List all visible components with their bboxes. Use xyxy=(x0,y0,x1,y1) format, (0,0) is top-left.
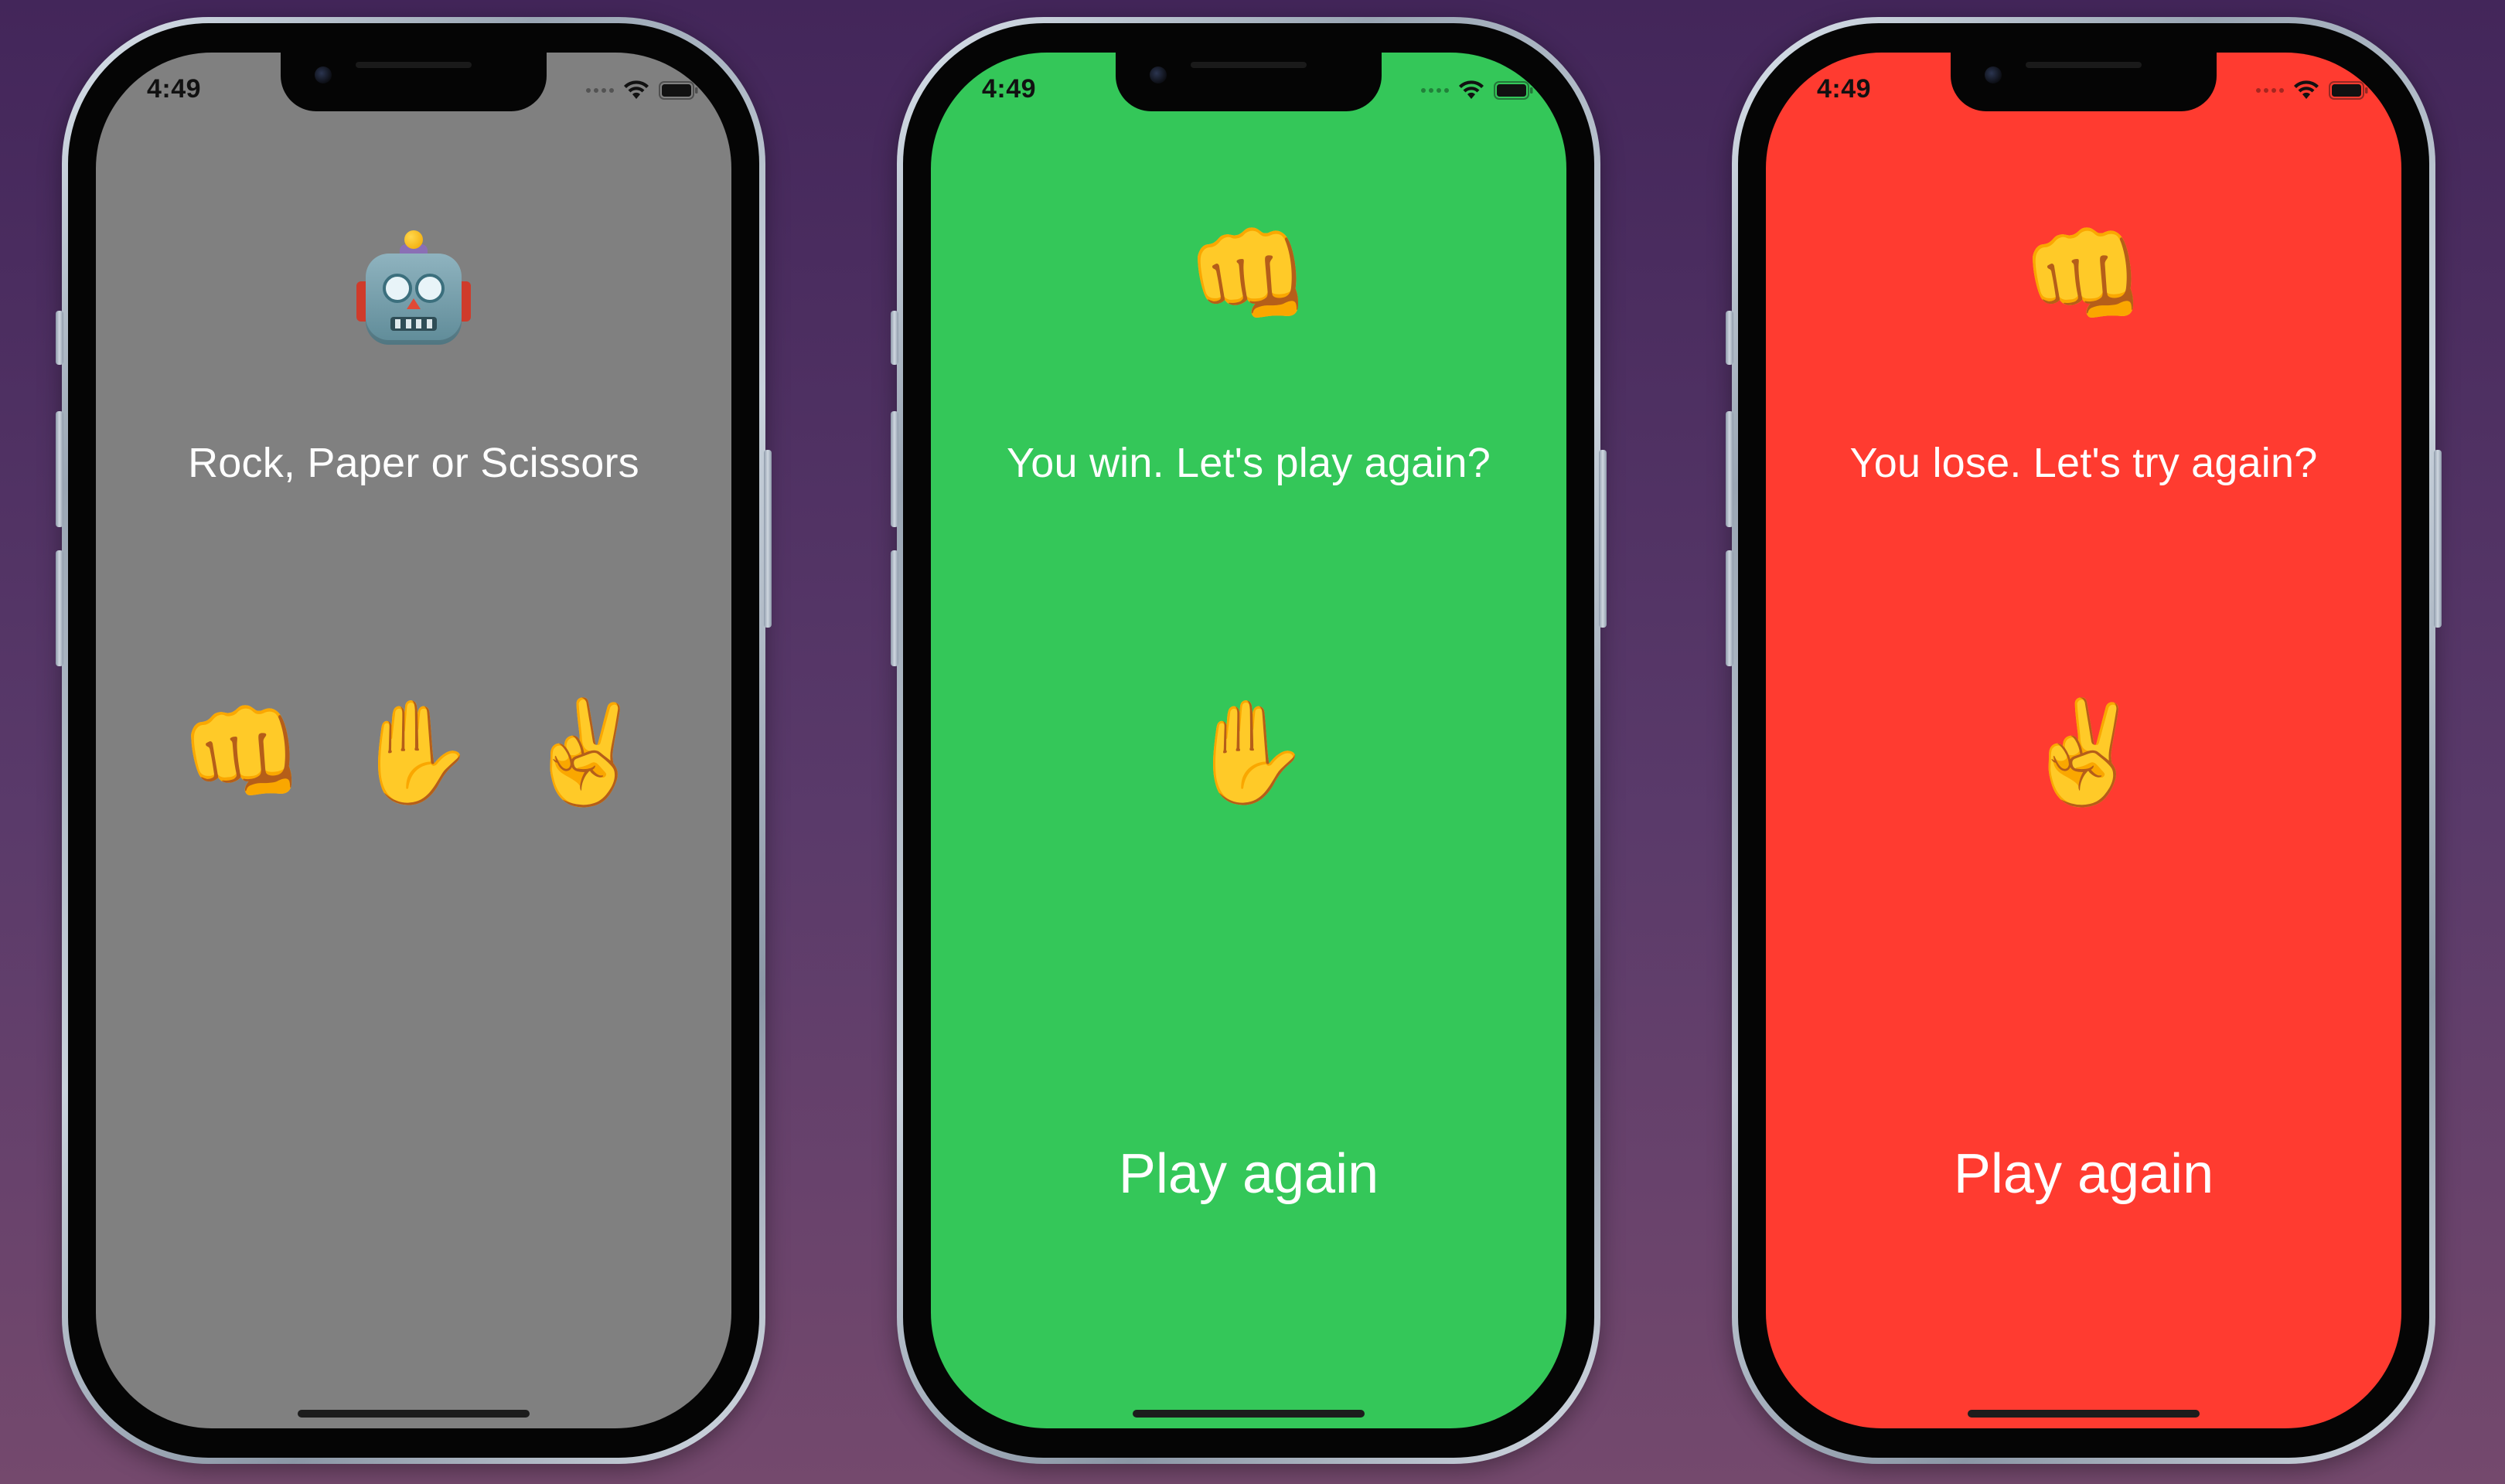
player-move-scissors-icon: ✌️ xyxy=(2021,696,2146,808)
result-text: You lose. Let's try again? xyxy=(1849,440,2318,486)
volume-down-button xyxy=(56,550,63,666)
volume-down-button xyxy=(891,550,898,666)
home-indicator[interactable] xyxy=(298,1410,530,1418)
robot-icon xyxy=(356,230,471,346)
phone-frame-start: 4:49 Rock, Paper or Scissors 👊 ✋ ✌️ xyxy=(56,17,772,1464)
home-indicator[interactable] xyxy=(1133,1410,1365,1418)
rock-button[interactable]: 👊 xyxy=(179,702,305,802)
paper-button[interactable]: ✋ xyxy=(351,702,476,802)
power-button xyxy=(764,450,772,628)
volume-up-button xyxy=(56,411,63,527)
choice-row: ✌️ xyxy=(1766,702,2401,802)
play-again-button[interactable]: Play again xyxy=(1766,1142,2401,1206)
screen-win: 4:49 👊 You win. Let's play again? ✋ Play… xyxy=(931,53,1566,1428)
power-button xyxy=(1599,450,1607,628)
choice-row: 👊 ✋ ✌️ xyxy=(96,702,731,802)
phone-frame-lose: 4:49 👊 You lose. Let's try again? ✌️ Pla… xyxy=(1726,17,2442,1464)
game-content: 👊 You lose. Let's try again? ✌️ Play aga… xyxy=(1766,53,2401,1428)
prompt-text: Rock, Paper or Scissors xyxy=(188,440,639,486)
game-content: Rock, Paper or Scissors 👊 ✋ ✌️ xyxy=(96,53,731,1428)
silent-switch xyxy=(1726,311,1733,365)
player-move-paper-icon: ✋ xyxy=(1186,696,1311,808)
play-again-button[interactable]: Play again xyxy=(931,1142,1566,1206)
home-indicator[interactable] xyxy=(1968,1410,2200,1418)
phone-bezel: 4:49 xyxy=(1738,23,2429,1458)
power-button xyxy=(2434,450,2442,628)
volume-up-button xyxy=(1726,411,1733,527)
screen-start: 4:49 Rock, Paper or Scissors 👊 ✋ ✌️ xyxy=(96,53,731,1428)
game-content: 👊 You win. Let's play again? ✋ Play agai… xyxy=(931,53,1566,1428)
volume-down-button xyxy=(1726,550,1733,666)
silent-switch xyxy=(891,311,898,365)
result-text: You win. Let's play again? xyxy=(1007,440,1491,486)
phone-bezel: 4:49 xyxy=(903,23,1594,1458)
silent-switch xyxy=(56,311,63,365)
screen-lose: 4:49 👊 You lose. Let's try again? ✌️ Pla… xyxy=(1766,53,2401,1428)
phone-frame-win: 4:49 👊 You win. Let's play again? ✋ Play… xyxy=(891,17,1607,1464)
computer-move-rock-icon: 👊 xyxy=(1186,218,1311,331)
phone-bezel: 4:49 xyxy=(68,23,759,1458)
computer-move-rock-icon: 👊 xyxy=(2021,218,2146,331)
scissors-button[interactable]: ✌️ xyxy=(523,702,648,802)
choice-row: ✋ xyxy=(931,702,1566,802)
volume-up-button xyxy=(891,411,898,527)
